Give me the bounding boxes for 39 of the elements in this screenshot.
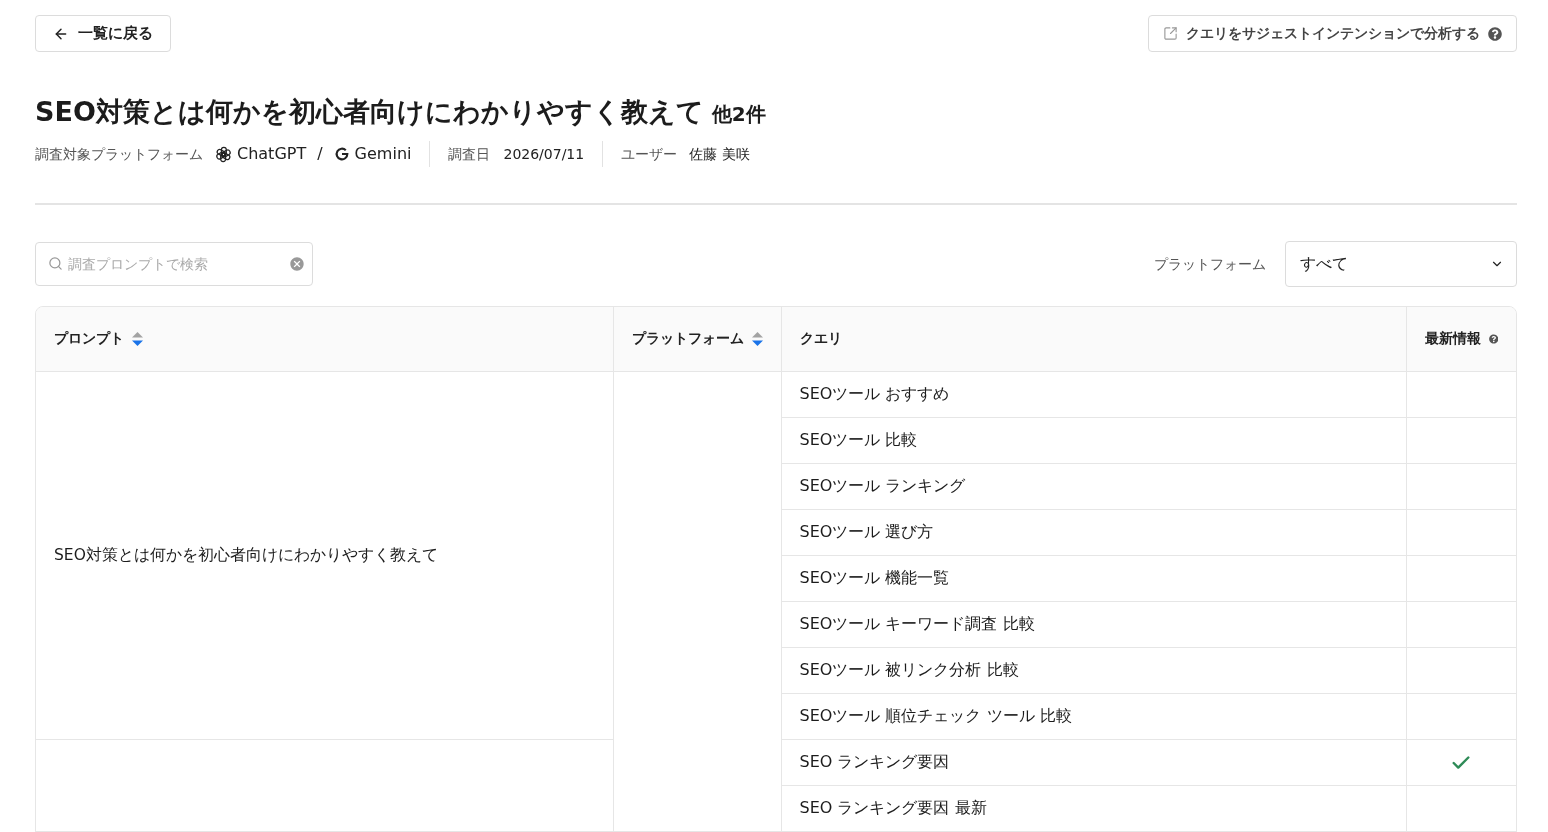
back-button[interactable]: 一覧に戻る <box>35 15 171 52</box>
table-cell: SEOツール おすすめ <box>781 371 1406 417</box>
clear-icon[interactable] <box>289 256 305 272</box>
user-name: 佐藤 美咲 <box>689 144 750 164</box>
table-cell: SEOツール 順位チェック ツール 比較 <box>781 693 1406 739</box>
external-link-icon <box>1163 26 1178 41</box>
platform-name: Gemini <box>354 143 412 165</box>
filter-label: プラットフォーム <box>1154 254 1266 274</box>
platform-separator: / <box>317 143 323 165</box>
platform-select[interactable]: すべて <box>1285 241 1517 287</box>
table-cell: SEO ランキング要因 <box>781 739 1406 785</box>
prompt-text: SEO対策とは何かを初心者向けにわかりやすく教えて <box>54 545 438 564</box>
table-cell: SEOツール ランキング <box>781 463 1406 509</box>
search-icon <box>48 256 63 271</box>
swirl-logo-icon <box>215 145 232 163</box>
help-icon[interactable] <box>1488 331 1498 346</box>
page-title: SEO対策とは何かを初心者向けにわかりやすく教えて <box>35 95 704 129</box>
sort-icon[interactable] <box>751 331 763 346</box>
title-count: 他2件 <box>711 101 766 128</box>
meta-label: 調査対象プラットフォーム <box>35 144 203 164</box>
table-cell: SEOツール 選び方 <box>781 509 1406 555</box>
analyze-button[interactable]: クエリをサジェストインテンションで分析する <box>1148 15 1517 52</box>
column-header: プロンプト <box>54 329 124 349</box>
table-cell: SEOツール 機能一覧 <box>781 555 1406 601</box>
meta-label: 調査日 <box>448 144 491 164</box>
column-header: 最新情報 <box>1424 329 1481 349</box>
g-logo-icon <box>333 146 350 162</box>
table-cell: SEOツール キーワード調査 比較 <box>781 601 1406 647</box>
table-cell: SEOツール 比較 <box>781 417 1406 463</box>
table-cell: SEO ランキング要因 最新 <box>781 785 1406 831</box>
survey-date: 2026/07/11 <box>503 144 585 164</box>
column-header: プラットフォーム <box>631 329 744 349</box>
platform-name: ChatGPT <box>237 143 307 165</box>
table-cell: SEOツール 被リンク分析 比較 <box>781 647 1406 693</box>
meta-label: ユーザー <box>621 144 678 164</box>
sort-icon[interactable] <box>132 331 143 346</box>
search-field[interactable]: 調査プロンプトで検索 <box>35 242 313 286</box>
help-icon <box>1488 26 1502 41</box>
column-header: クエリ <box>799 329 842 349</box>
